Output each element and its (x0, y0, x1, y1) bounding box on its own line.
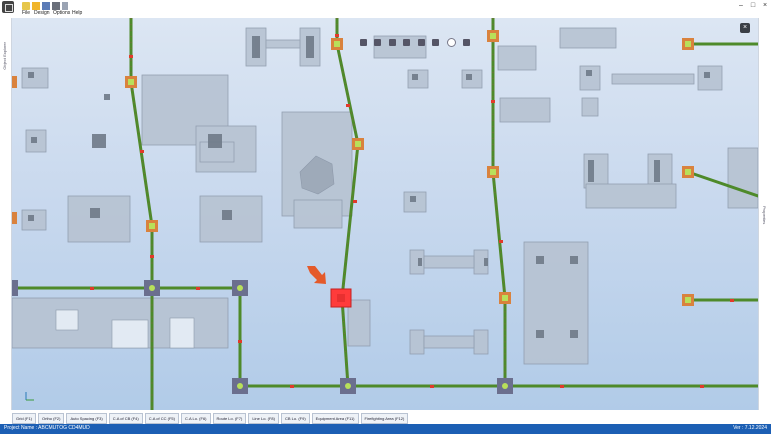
canvas-close-icon[interactable]: × (740, 23, 750, 33)
close-window-icon[interactable]: × (762, 2, 768, 9)
save-icon[interactable] (42, 2, 50, 10)
equipment-block[interactable] (499, 97, 551, 123)
tab-ca-of-cb[interactable]: C.A of CB (F4) (108, 413, 143, 424)
equipment-block[interactable] (497, 45, 537, 71)
tab-auto-spacing[interactable]: Auto Spacing (F3) (66, 413, 107, 424)
tab-grid[interactable]: Grid (F1) (12, 413, 36, 424)
tab-ca-lo[interactable]: C.A Lo. (F6) (180, 413, 211, 424)
project-name: Project Name : ABCMUTOG CD4MUD (4, 425, 90, 431)
measure-icon[interactable] (432, 39, 440, 47)
equipment-block[interactable] (581, 97, 599, 117)
new-file-icon[interactable] (22, 2, 30, 10)
equipment-block[interactable] (423, 255, 475, 269)
version-label: Ver : 7.12.2024 (733, 425, 767, 431)
equipment-block[interactable] (523, 241, 589, 365)
equipment-block[interactable] (473, 329, 489, 355)
tab-cb-lo[interactable]: CB Lo. (F9) (281, 413, 310, 424)
equipment-block[interactable] (293, 199, 343, 229)
equipment-block[interactable] (67, 195, 131, 243)
equipment-block[interactable] (409, 329, 425, 355)
tab-ca-of-cc[interactable]: C.A of CC (F5) (144, 413, 179, 424)
menu-file[interactable]: File (22, 10, 30, 16)
open-folder-icon[interactable] (32, 2, 40, 10)
toggle-tabs: Grid (F1) Ortho (F2) Auto Spacing (F3) C.A … (12, 413, 410, 424)
tab-firefighting-area[interactable]: Firefighting Area (F12) (360, 413, 409, 424)
pan-icon[interactable] (388, 39, 396, 47)
layout-drawing[interactable] (12, 18, 758, 410)
zoom-out-icon[interactable] (374, 39, 382, 47)
equipment-block[interactable] (727, 147, 758, 209)
equipment-block[interactable] (579, 65, 601, 91)
equipment-block[interactable] (559, 27, 617, 49)
menu-design[interactable]: Design (34, 10, 50, 16)
pointer-arrow-icon (307, 266, 326, 284)
layers-icon[interactable] (463, 39, 471, 47)
app-logo-icon (2, 1, 14, 13)
object-explorer-panel[interactable]: Object Explorer (0, 18, 12, 410)
equipment-block[interactable] (583, 153, 609, 189)
minimize-icon[interactable]: – (738, 2, 744, 9)
maximize-icon[interactable]: □ (750, 2, 756, 9)
menu-options[interactable]: Options (53, 10, 70, 16)
canvas-toolbar (360, 34, 473, 48)
equipment-block[interactable] (423, 335, 475, 349)
drawing-canvas[interactable] (12, 18, 758, 410)
tab-line-lo[interactable]: Line Lo. (F8) (248, 413, 279, 424)
equipment-block[interactable] (21, 67, 49, 89)
equipment-block[interactable] (585, 183, 677, 209)
properties-panel[interactable]: Properties (758, 18, 771, 410)
status-bar: Project Name : ABCMUTOG CD4MUD Ver : 7.1… (0, 424, 771, 434)
zoom-in-icon[interactable] (360, 39, 367, 47)
axis-indicator-icon (25, 392, 34, 401)
title-bar: File Design Options Help – □ × (0, 0, 771, 19)
dropdown-icon[interactable] (62, 2, 68, 10)
object-explorer-label[interactable]: Object Explorer (2, 42, 7, 70)
print-icon[interactable] (52, 2, 60, 10)
properties-label[interactable]: Properties (762, 206, 767, 224)
menu-help[interactable]: Help (72, 10, 82, 16)
fit-icon[interactable] (417, 39, 425, 47)
app-window: File Design Options Help – □ × Object Ex… (0, 0, 771, 434)
equipment-block[interactable] (611, 73, 695, 85)
equipment-block[interactable] (265, 39, 301, 49)
view-icon[interactable] (446, 38, 456, 48)
tab-route-lo[interactable]: Route Lo. (F7) (212, 413, 247, 424)
select-icon[interactable] (403, 39, 411, 47)
tab-equipment-area[interactable]: Equipment Area (F11) (311, 413, 359, 424)
tab-ortho[interactable]: Ortho (F2) (38, 413, 65, 424)
